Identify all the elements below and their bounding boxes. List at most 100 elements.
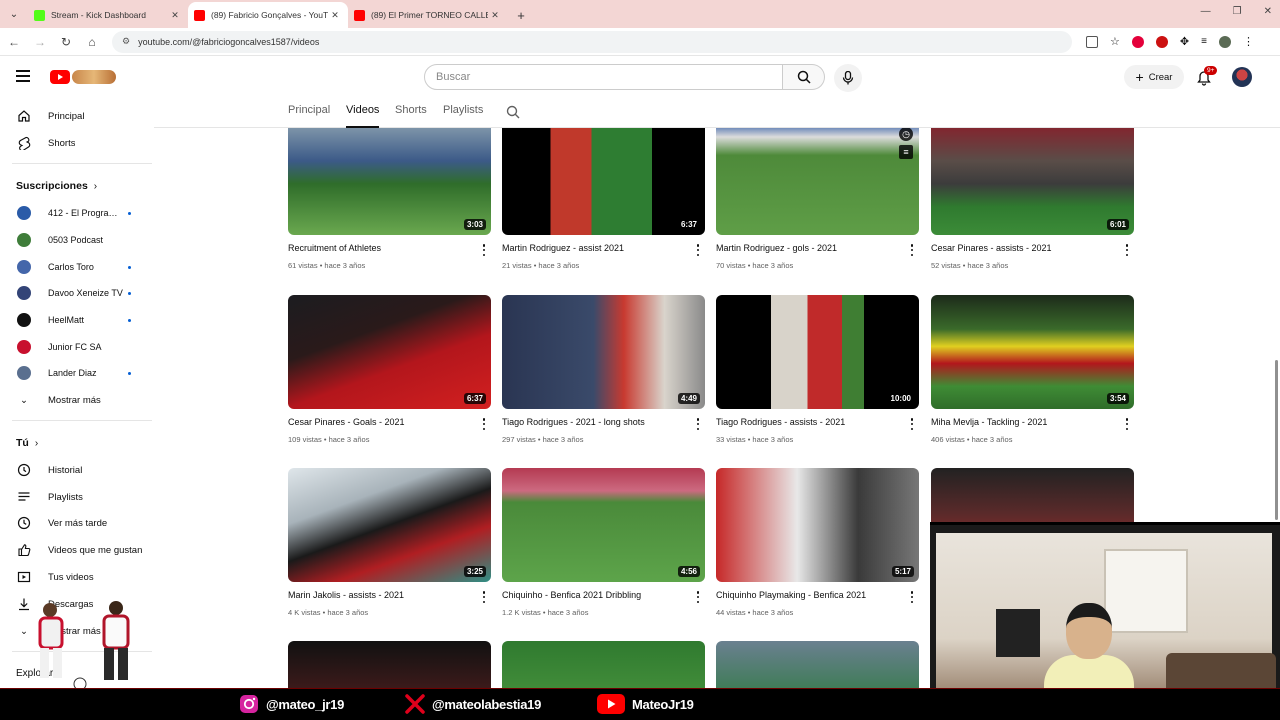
video-title[interactable]: Martin Rodriguez - assist 2021 xyxy=(502,243,688,253)
sidebar-subscription[interactable]: Carlos Toro xyxy=(0,255,154,279)
sidebar-subscription[interactable]: Junior FC SA xyxy=(0,335,154,359)
minimize-icon[interactable]: — xyxy=(1201,6,1211,17)
extension-opera-icon[interactable] xyxy=(1155,35,1168,48)
video-menu-icon[interactable] xyxy=(695,244,701,256)
video-title[interactable]: Martin Rodriguez - gols - 2021 xyxy=(716,243,902,253)
sidebar-subscription[interactable]: HeelMatt xyxy=(0,308,154,332)
extensions-puzzle-icon[interactable]: ✥ xyxy=(1180,35,1189,48)
tab-videos[interactable]: Videos xyxy=(346,104,380,128)
channel-search-icon[interactable] xyxy=(506,105,520,119)
sidebar-item-principal[interactable]: Principal xyxy=(0,104,154,128)
video-menu-icon[interactable] xyxy=(909,418,915,430)
watch-later-icon[interactable]: ◷ xyxy=(899,128,913,141)
home-button-icon[interactable]: ⌂ xyxy=(80,30,104,54)
video-thumbnail[interactable]: 6:37 xyxy=(288,295,491,409)
new-tab-button[interactable]: + xyxy=(508,2,534,28)
video-menu-icon[interactable] xyxy=(909,244,915,256)
search-button[interactable] xyxy=(783,64,825,90)
video-title[interactable]: Marin Jakolis - assists - 2021 xyxy=(288,590,474,600)
video-thumbnail[interactable]: 4:56 xyxy=(502,468,705,582)
video-duration: 3:54 xyxy=(1106,393,1129,404)
video-menu-icon[interactable] xyxy=(909,591,915,603)
you-header[interactable]: Tú › xyxy=(16,437,38,449)
maximize-icon[interactable]: ❐ xyxy=(1233,6,1242,17)
close-tab-icon[interactable]: ✕ xyxy=(488,10,502,21)
video-title[interactable]: Tiago Rodrigues - 2021 - long shots xyxy=(502,417,688,427)
voice-search-button[interactable] xyxy=(834,64,862,92)
sidebar-item-your-videos[interactable]: Tus videos xyxy=(0,565,154,589)
extension-red-icon[interactable] xyxy=(1131,35,1144,48)
add-to-queue-icon[interactable]: ≡ xyxy=(899,145,913,159)
video-thumbnail[interactable]: ◷ ≡ xyxy=(716,128,919,235)
video-title[interactable]: Chiquinho Playmaking - Benfica 2021 xyxy=(716,590,902,600)
browser-tab-torneo[interactable]: (89) El Primer TORNEO CALLEJERO ✕ xyxy=(348,2,508,28)
sidebar-subscription[interactable]: Davoo Xeneize TV xyxy=(0,281,154,305)
back-icon[interactable]: ← xyxy=(2,30,26,54)
video-title[interactable]: Recruitment of Athletes xyxy=(288,243,474,253)
sidebar-subscription[interactable]: 412 - El Programa de Ra... xyxy=(0,201,154,225)
bookmark-star-icon[interactable]: ☆ xyxy=(1110,35,1120,48)
video-menu-icon[interactable] xyxy=(481,591,487,603)
search-input[interactable]: Buscar xyxy=(424,64,783,90)
account-avatar[interactable] xyxy=(1232,67,1252,87)
video-menu-icon[interactable] xyxy=(1124,418,1130,430)
browser-tab-youtube-channel[interactable]: (89) Fabricio Gonçalves - YouTube ✕ xyxy=(188,2,348,28)
view-count: 4 K vistas xyxy=(288,608,321,617)
video-thumbnail[interactable]: 3:54 xyxy=(931,295,1134,409)
sidebar-item-playlists[interactable]: Playlists xyxy=(0,485,154,509)
create-button[interactable]: + Crear xyxy=(1124,65,1184,89)
site-info-icon[interactable]: ⚙ xyxy=(122,36,130,47)
video-menu-icon[interactable] xyxy=(1124,244,1130,256)
video-menu-icon[interactable] xyxy=(481,418,487,430)
sidebar-item-shorts[interactable]: Shorts xyxy=(0,131,154,155)
youtube-favicon-icon xyxy=(354,9,365,21)
browser-tab-kick[interactable]: Stream - Kick Dashboard ✕ xyxy=(28,2,188,28)
subscription-label: Davoo Xeneize TV xyxy=(48,288,123,298)
video-menu-icon[interactable] xyxy=(695,418,701,430)
video-thumbnail[interactable]: 10:00 xyxy=(716,295,919,409)
social-handle: @mateo_jr19 xyxy=(266,696,345,712)
video-menu-icon[interactable] xyxy=(695,591,701,603)
video-title[interactable]: Cesar Pinares - Goals - 2021 xyxy=(288,417,474,427)
video-title[interactable]: Miha Mevlja - Tackling - 2021 xyxy=(931,417,1117,427)
tab-principal[interactable]: Principal xyxy=(288,104,330,128)
media-control-icon[interactable]: ≡ xyxy=(1201,36,1207,47)
profile-avatar-icon[interactable] xyxy=(1218,35,1231,48)
tab-title: (89) El Primer TORNEO CALLEJERO xyxy=(371,10,488,20)
video-thumbnail[interactable]: 6:01 xyxy=(931,128,1134,235)
tab-shorts[interactable]: Shorts xyxy=(395,104,427,128)
video-title[interactable]: Tiago Rodrigues - assists - 2021 xyxy=(716,417,902,427)
browser-menu-icon[interactable]: ⋮ xyxy=(1243,35,1254,48)
sidebar-show-more-subscriptions[interactable]: ⌄ Mostrar más xyxy=(0,388,154,412)
cast-icon[interactable] xyxy=(1086,35,1098,48)
youtube-logo[interactable] xyxy=(50,68,118,86)
guide-menu-icon[interactable] xyxy=(16,70,30,82)
video-thumbnail[interactable]: 3:03 xyxy=(288,128,491,235)
sidebar-item-liked-videos[interactable]: Videos que me gustan xyxy=(0,538,154,562)
tab-search-menu[interactable]: ⌄ xyxy=(0,0,28,28)
page-scrollbar[interactable] xyxy=(1273,128,1280,520)
video-thumbnail[interactable]: 6:37 xyxy=(502,128,705,235)
video-title[interactable]: Chiquinho - Benfica 2021 Dribbling xyxy=(502,590,688,600)
close-window-icon[interactable]: ✕ xyxy=(1264,6,1272,17)
video-thumbnail[interactable]: 5:17 xyxy=(716,468,919,582)
video-title[interactable]: Cesar Pinares - assists - 2021 xyxy=(931,243,1117,253)
sidebar-item-history[interactable]: Historial xyxy=(0,458,154,482)
close-tab-icon[interactable]: ✕ xyxy=(328,10,342,21)
sidebar-subscription[interactable]: Lander Diaz xyxy=(0,361,154,385)
forward-icon[interactable]: → xyxy=(28,30,52,54)
close-tab-icon[interactable]: ✕ xyxy=(168,10,182,21)
video-menu-icon[interactable] xyxy=(481,244,487,256)
tab-playlists[interactable]: Playlists xyxy=(443,104,483,128)
video-duration: 3:25 xyxy=(463,566,486,577)
address-bar[interactable]: ⚙ youtube.com/@fabriciogoncalves1587/vid… xyxy=(112,30,1072,53)
youtube-masthead: Buscar + Crear 9+ xyxy=(0,56,1280,98)
scrollbar-thumb[interactable] xyxy=(1275,360,1278,520)
video-thumbnail[interactable]: 3:25 xyxy=(288,468,491,582)
sidebar-subscription[interactable]: 0503 Podcast xyxy=(0,228,154,252)
video-thumbnail[interactable]: 4:49 xyxy=(502,295,705,409)
reload-icon[interactable]: ↻ xyxy=(54,30,78,54)
sidebar-item-watch-later[interactable]: Ver más tarde xyxy=(0,511,154,535)
subscriptions-header[interactable]: Suscripciones › xyxy=(16,180,97,192)
subscription-label: 412 - El Programa de Ra... xyxy=(48,208,124,218)
